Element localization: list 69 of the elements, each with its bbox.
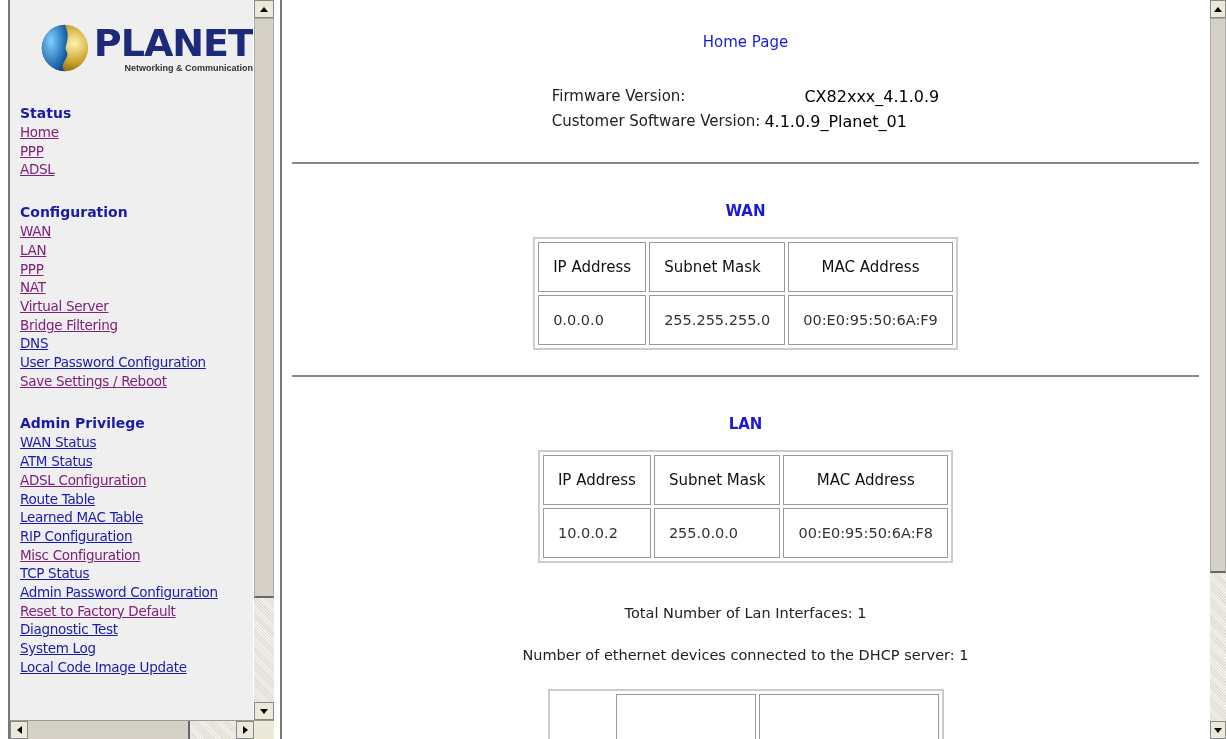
section-heading: Status [20,104,73,123]
scrollbar-thumb[interactable] [1210,18,1226,573]
brand-tagline: Networking & Communication [124,63,253,73]
down-arrow-icon [260,708,268,714]
nav-link[interactable]: Home [20,124,59,140]
version-value: 4.1.0.9_Planet_01 [764,112,908,131]
scroll-down-button[interactable] [254,702,274,720]
scroll-up-button[interactable] [254,0,274,18]
nav-link[interactable]: ADSL [20,161,55,178]
right-arrow-icon [242,726,248,734]
scrollbar[interactable] [1209,0,1226,739]
nav-link[interactable]: Admin Password Configuration [20,584,218,601]
nav-link[interactable]: Learned MAC Table [20,509,144,526]
brand-name: PLANET [93,23,253,63]
nav-link[interactable]: User Password Configuration [20,354,206,371]
nav-link[interactable]: Virtual Server [20,297,109,314]
nav-link[interactable]: ADSL Configuration [20,471,147,488]
up-arrow-icon [1214,6,1222,12]
nav-link[interactable]: Route Table [20,490,96,507]
nav-link[interactable]: Save Settings / Reboot [20,372,167,389]
info-text: Total Number of Lan Interfaces: 1 [624,605,867,621]
section-title: LAN [728,415,763,433]
table-cell: 255.0.0.0 [653,508,781,558]
column-header: Subnet Mask [649,242,786,292]
column-header: Subnet Mask [653,455,781,505]
scrollbar[interactable] [253,0,274,720]
up-arrow-icon [260,6,268,12]
section-heading: Admin Privilege [20,414,146,434]
horizontal-scrollbar[interactable] [10,720,274,739]
nav-link[interactable]: ATM Status [20,453,93,470]
left-arrow-icon [16,726,22,734]
nav-link[interactable]: RIP Configuration [20,527,133,544]
nav-link[interactable]: TCP Status [20,565,90,582]
table-cell: 00:E0:95:50:6A:F8 [783,508,949,558]
table-cell: 255.255.255.0 [649,295,786,345]
column-header: MAC Address [783,455,949,505]
table-cell: 00:E0:95:50:6A:F9 [788,295,953,345]
nav-link[interactable]: Diagnostic Test [20,621,118,638]
nav-link[interactable]: LAN [20,241,47,258]
down-arrow-icon [1214,727,1222,733]
nav-link[interactable]: Local Code Image Update [20,658,187,675]
nav-link[interactable]: PPP [20,260,44,277]
column-header: MAC Address [788,242,953,292]
scroll-left-button[interactable] [10,721,28,739]
nav-link[interactable]: DNS [20,335,49,352]
scrollbar-corner [254,721,274,739]
nav-link[interactable]: WAN Status [20,434,97,451]
scrollbar-thumb[interactable] [254,18,274,598]
nav-link[interactable]: System Log [20,640,96,657]
section-title: WAN [725,202,766,220]
nav-link[interactable]: Bridge Filtering [20,316,118,333]
table-cell: 10.0.0.2 [542,508,651,558]
page-title: Home Page [702,33,789,51]
version-label: Customer Software Version: [551,112,761,131]
column-header: IP Address [538,242,647,292]
table-cell: 0.0.0.0 [538,295,647,345]
nav-link[interactable]: Misc Configuration [20,546,141,563]
scroll-up-button[interactable] [1210,0,1226,18]
nav-link[interactable]: PPP [20,142,44,159]
version-label: Firmware Version: [551,87,687,106]
nav-link[interactable]: WAN [20,223,52,240]
info-text: Number of ethernet devices connected to the DHCP server: 1 [522,647,969,663]
column-header: IP Address [542,455,651,505]
scroll-right-button[interactable] [236,721,254,739]
nav-link[interactable]: NAT [20,279,46,296]
scroll-down-button[interactable] [1210,721,1226,739]
version-value: CX82xxx_4.1.0.9 [804,87,940,106]
section-heading: Configuration [20,203,129,223]
nav-link[interactable]: Reset to Factory Default [20,602,176,619]
